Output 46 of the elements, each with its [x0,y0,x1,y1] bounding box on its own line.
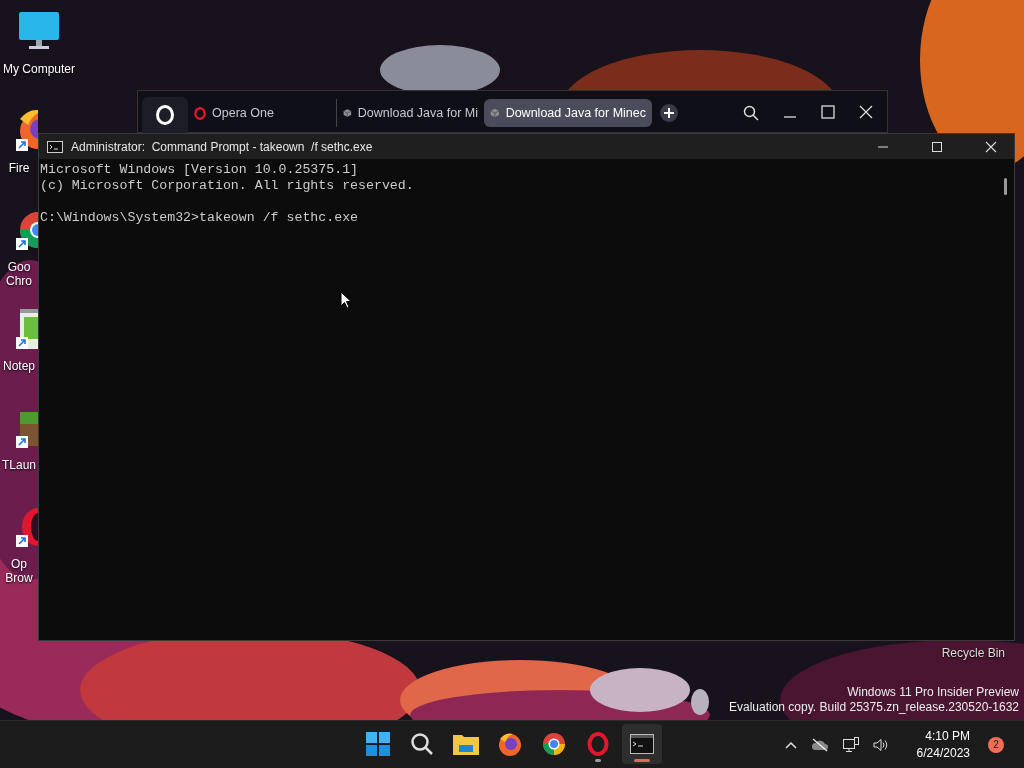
taskbar-app-button[interactable] [622,724,662,764]
fox-globe-icon [498,732,522,756]
close-icon[interactable] [985,140,997,153]
scrollbar-thumb[interactable] [1004,178,1007,195]
opera-icon [587,732,609,756]
maximize-icon[interactable] [821,105,835,119]
icon-label: My Computer [3,62,75,76]
icon-label: Notep [3,359,35,373]
search-icon[interactable] [743,105,759,121]
speaker-icon[interactable] [872,737,889,752]
browser-tab[interactable]: Opera One [188,99,336,127]
plus-icon [664,108,674,118]
icon-label: Goo [7,260,31,274]
icon-label: TLaun [2,458,36,472]
opera-icon [194,106,206,120]
browser-tab[interactable]: Download Java for Minec [484,99,652,127]
network-icon[interactable] [842,736,859,753]
console-icon [630,734,654,754]
clock-button[interactable]: 4:10 PM 6/24/2023 [916,727,970,762]
opera-sidebar-button[interactable] [142,97,188,133]
windows-logo-icon [366,732,390,756]
chevron-up-icon[interactable] [784,740,797,749]
icon-label: Brow [5,571,33,585]
close-icon[interactable] [859,105,873,119]
opera-icon [156,105,174,125]
window-title: Administrator: Command Prompt - takeown /f sethc.exe [71,139,373,154]
notification-badge[interactable]: 2 [988,736,1004,753]
console-icon [47,140,63,153]
cloud-off-icon[interactable] [810,737,829,752]
icon-label: Recycle Bin [941,646,1005,660]
console-output: (c) Microsoft Corporation. All rights reserved. [40,178,414,194]
search-icon [410,732,434,756]
edition-notice: Windows 11 Pro Insider Preview [847,685,1019,700]
cube-icon [343,106,352,120]
icon-label: Fire [8,161,30,175]
maximize-icon[interactable] [931,140,943,153]
console-output: Microsoft Windows [Version 10.0.25375.1] [40,162,359,178]
folder-icon [453,733,479,755]
cube-icon [490,106,500,120]
icon-label: Op [11,557,27,571]
chrome-icon [542,732,566,756]
new-tab-button[interactable] [660,104,678,122]
icon-label: Chro [6,274,32,288]
edition-notice: Evaluation copy. Build 25375.zn_release.230520-1632 [729,700,1019,715]
mouse-pointer-icon [340,291,352,309]
command-line: C:\Windows\System32>takeown /f sethc.exe [40,210,359,226]
